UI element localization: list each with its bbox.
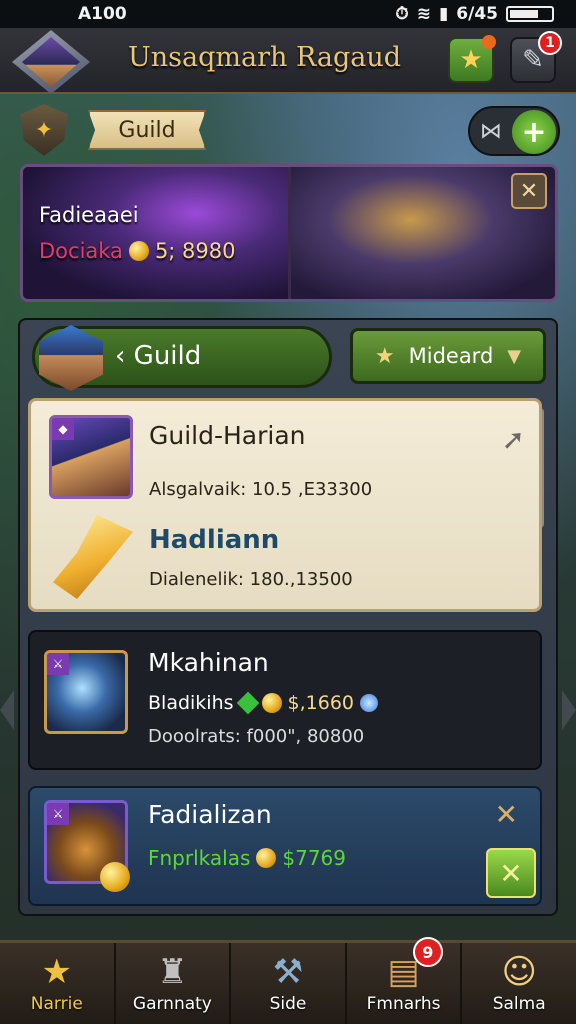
card-stat: Bladikihs $,1660 [148, 691, 379, 715]
coin-face-icon: ☺ [501, 952, 537, 992]
hero-stat: Dociaka 5; 8980 [39, 239, 236, 263]
hero-portrait: ◆ [49, 415, 133, 499]
card-stat-label: Fnprlkalas [148, 846, 251, 870]
feather-icon: ✦ [34, 117, 54, 143]
helmet-icon: ♜ [157, 952, 188, 992]
golden-feather-icon [53, 515, 133, 599]
card-stat-value: $,1660 [287, 692, 355, 714]
status-bar: A100 ⏱ ≋ ▮ 6/45 [0, 0, 576, 28]
guild-selector-label: ‹ Guild [115, 341, 202, 371]
dark-hero-art[interactable] [23, 167, 289, 299]
nav-item-sales[interactable]: ☺ Salma [462, 943, 576, 1024]
green-gem-icon [236, 691, 259, 715]
guild-selector[interactable]: ‹ Guild [32, 325, 332, 391]
nav-item-home[interactable]: ★ Narrie [0, 943, 116, 1024]
nav-item-armory[interactable]: ♜ Garnnaty [116, 943, 232, 1024]
settings-badge: 1 [538, 31, 562, 55]
card-title: Guild-Harian [149, 421, 306, 450]
cancel-button[interactable]: ✕ [486, 848, 536, 898]
view-toggle[interactable]: ⋈ + [468, 106, 560, 156]
favorites-button[interactable]: ★ [448, 35, 496, 83]
notification-dot [482, 35, 496, 49]
gold-coin-icon [261, 693, 282, 713]
card-stat-label: Bladikihs [148, 692, 234, 714]
hero-name: Fadieaaei [39, 203, 139, 227]
card-stat-value: $7769 [282, 846, 346, 870]
card-subtitle: Hadliann [149, 525, 280, 555]
page-title: Unsaqmarh Ragaud [128, 42, 402, 73]
nav-label: Side [269, 994, 307, 1014]
status-icons: ⏱ ≋ ▮ 6/45 [395, 4, 554, 24]
hero-close-button[interactable]: ✕ [511, 173, 547, 209]
hero-stat-label: Dociaka [39, 239, 123, 263]
nav-label: Narrie [30, 994, 83, 1014]
alarm-icon: ⏱ [395, 4, 409, 24]
avatar-portrait [22, 37, 80, 87]
collapse-icon[interactable]: ⋈ [480, 119, 502, 144]
guild-list-panel: ‹ Guild ★ Mideard ▼ ◆ Guild-Harian ➚ Als… [18, 318, 558, 916]
bottom-navigation: ★ Narrie ♜ Garnnaty ⚒ Side ▤ 9 Fmnarhs ☺… [0, 937, 576, 1024]
card-stat: Dialenelik: 180.,13500 [149, 569, 353, 590]
signal-icon: ▮ [438, 4, 449, 24]
weapon-portrait: ⚔ [44, 650, 128, 734]
card-stat: Dooolrats: f000", 80800 [148, 726, 365, 747]
gold-coin-icon [256, 848, 277, 868]
gem-tag-icon: ◆ [52, 418, 74, 440]
nav-item-side[interactable]: ⚒ Side [231, 943, 347, 1024]
clock: A100 [78, 4, 127, 24]
list-item[interactable]: ◆ Guild-Harian ➚ Alsgalvaik: 10.5 ,E3330… [28, 398, 542, 612]
card-stat: Alsgalvaik: 10.5 ,E33300 [149, 479, 373, 500]
nav-label: Garnnaty [132, 994, 212, 1014]
star-icon: ★ [459, 45, 483, 75]
battery-text: 6/45 [456, 4, 498, 24]
wifi-icon: ≋ [416, 4, 431, 24]
blue-gem-icon [360, 694, 379, 712]
settings-button[interactable]: ✎ 1 [510, 31, 562, 83]
anvil-icon: ⚒ [272, 952, 304, 992]
player-avatar[interactable] [12, 30, 90, 94]
nav-label: Salma [492, 994, 546, 1014]
star-icon: ★ [374, 343, 395, 369]
hero-stat-value: 5; 8980 [154, 239, 236, 263]
battery-icon [506, 6, 554, 22]
hero-showcase: Fadieaaei Dociaka 5; 8980 ✕ [20, 164, 558, 302]
list-item[interactable]: ⚔ Fadializan ✕ Fnprlkalas $7769 ✕ [28, 786, 542, 906]
card-title: Fadializan [148, 800, 272, 829]
card-stat: Fnprlkalas $7769 [148, 846, 346, 870]
dismiss-icon[interactable]: ✕ [495, 798, 518, 831]
notification-badge: 9 [412, 937, 443, 967]
list-item[interactable]: ⚔ Mkahinan Bladikihs $,1660 Dooolrats: f… [28, 630, 542, 770]
gold-coin-icon [128, 241, 149, 261]
sword-tag-icon: ⚔ [47, 803, 69, 825]
close-icon: ✕ [499, 856, 523, 890]
sort-label: Mideard [408, 344, 494, 368]
card-title: Mkahinan [148, 648, 269, 677]
star-chest-icon: ★ [41, 952, 73, 992]
top-header: Unsaqmarh Ragaud ★ ✎ 1 [0, 28, 576, 94]
guild-ribbon-label[interactable]: Guild [88, 110, 206, 150]
gold-coin-icon [100, 862, 130, 892]
chevron-down-icon: ▼ [507, 345, 522, 367]
sword-tag-icon: ⚔ [47, 653, 69, 675]
sort-dropdown[interactable]: ★ Mideard ▼ [350, 328, 546, 384]
nav-item-rewards[interactable]: ▤ 9 Fmnarhs [347, 937, 463, 1024]
guild-helmet-avatar [39, 325, 103, 391]
close-icon: ✕ [519, 178, 539, 204]
add-button[interactable]: + [512, 110, 556, 154]
arrow-icon[interactable]: ➚ [502, 423, 525, 456]
nav-label: Fmnarhs [366, 994, 441, 1014]
